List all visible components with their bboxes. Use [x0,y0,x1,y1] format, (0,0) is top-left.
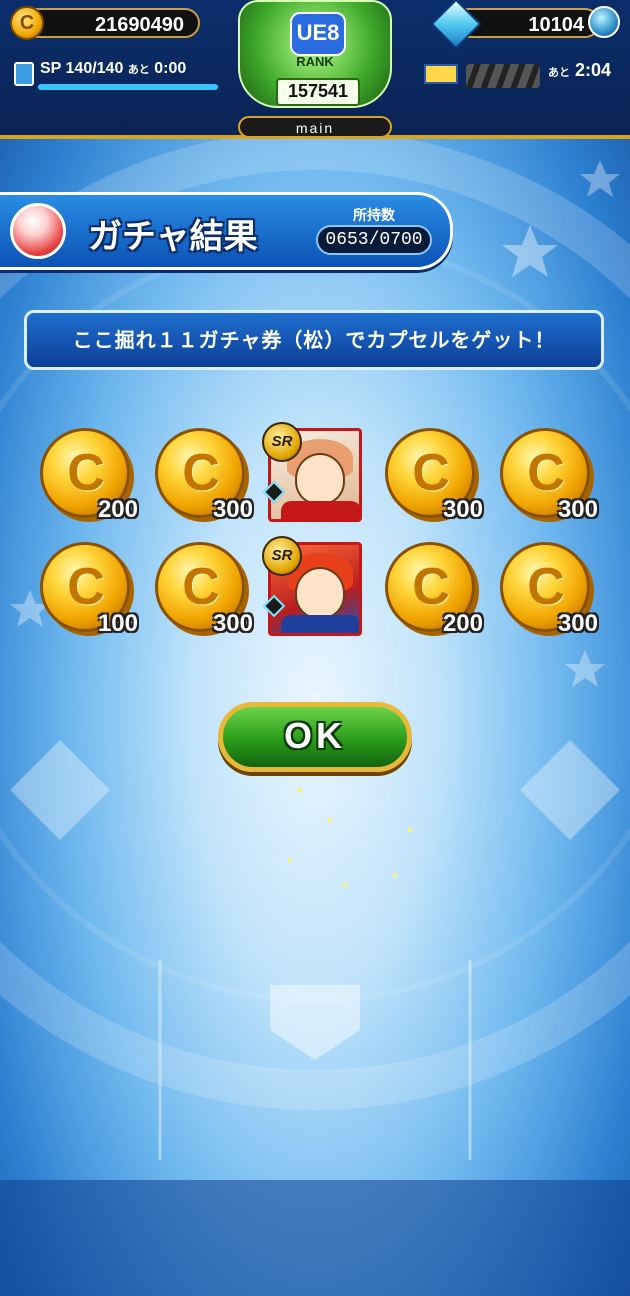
portrait-shirt [281,615,359,633]
rank-emblem[interactable]: UE8 RANK 157541 [238,0,392,108]
coin-amount: 200 [97,496,138,523]
owned-value: 0653/0700 [316,225,432,255]
sp-remaining-label: あと [127,64,150,76]
card-reward[interactable]: SR [262,422,364,524]
coin-symbol: C [412,558,450,616]
coin-amount: 300 [557,496,598,523]
coin-amount: 100 [97,610,138,637]
sp-remaining-time: 0:00 [154,60,187,77]
stamina-status: あと 2:04 [424,60,624,90]
portrait-shirt [281,501,359,519]
coin-count: 21690490 [95,14,184,36]
rarity-badge: SR [262,536,302,576]
coin-symbol: C [67,444,105,502]
coin-symbol: C [182,444,220,502]
gem-add-icon[interactable] [588,6,620,38]
coin-amount: 300 [212,496,253,523]
coin-amount: 300 [212,610,253,637]
coin-amount: 200 [442,610,483,637]
rank-label: RANK [296,54,334,69]
coin-icon: C [10,6,44,40]
capsule-icon [10,203,66,259]
card-icon [14,62,34,86]
coin-reward[interactable]: C 100 [40,542,138,638]
sp-label: SP [40,60,62,77]
coin-reward[interactable]: C 200 [40,428,138,524]
portrait-face [295,453,345,505]
gem-count: 10104 [528,14,584,36]
rank-badge: UE8 [290,12,346,56]
stamina-remaining-label: あと [548,67,570,79]
sp-bar [38,84,218,90]
result-message: ここ掘れ１１ガチャ券（松）でカプセルをゲット！ [24,310,604,370]
stamina-remaining-time: 2:04 [575,60,612,80]
coin-counter[interactable]: 21690490 [22,8,200,38]
profile-tag[interactable]: main [238,116,392,138]
coin-reward[interactable]: C 300 [155,428,253,524]
coin-symbol: C [412,444,450,502]
ok-button[interactable]: OK [218,702,412,772]
coin-symbol: C [527,558,565,616]
sp-value: 140/140 [65,60,124,77]
coin-symbol: C [182,558,220,616]
title-banner: ガチャ結果 所持数 0653/0700 [0,192,453,270]
owned-label: 所持数 [353,208,395,224]
stamina-text: あと 2:04 [548,60,611,81]
ticket-icon [424,64,458,84]
coin-amount: 300 [557,610,598,637]
sp-bar-fill [38,84,218,90]
coin-reward[interactable]: C 300 [385,428,483,524]
portrait-face [295,567,345,619]
coin-reward[interactable]: C 200 [385,542,483,638]
coin-reward[interactable]: C 300 [500,428,598,524]
coin-symbol: C [67,558,105,616]
rarity-badge: SR [262,422,302,462]
coin-reward[interactable]: C 300 [500,542,598,638]
card-reward[interactable]: SR [262,536,364,638]
stamina-gauge [466,64,540,88]
page-title: ガチャ結果 [88,217,258,257]
owned-count-box: 所持数 0653/0700 [316,205,432,255]
coin-amount: 300 [442,496,483,523]
sp-text: SP 140/140 あと 0:00 [40,60,186,78]
coin-reward[interactable]: C 300 [155,542,253,638]
rank-value: 157541 [276,78,360,106]
coin-symbol: C [527,444,565,502]
